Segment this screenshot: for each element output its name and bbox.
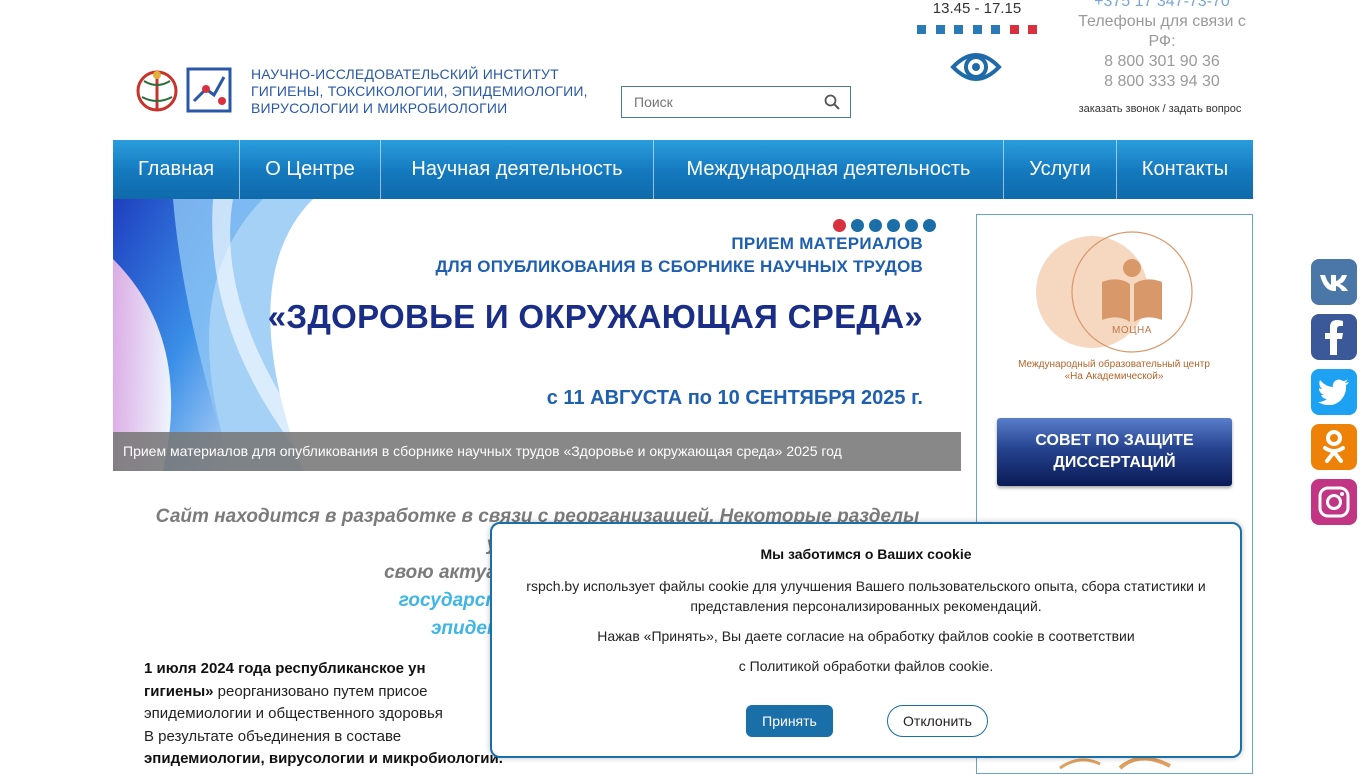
para-text-2: эпидемиологии и общественного здоровья [144, 705, 443, 722]
para-bold-2: гигиены» [144, 682, 214, 700]
slide-dot[interactable] [887, 219, 900, 232]
ministry-logo[interactable] [135, 67, 179, 113]
phone-main[interactable]: +375 17 347-73-70 [1072, 0, 1252, 12]
banner-dates: с 11 АВГУСТА по 10 СЕНТЯБРЯ 2025 г. [546, 387, 923, 409]
slide-dot[interactable] [851, 219, 864, 232]
cookie-policy-link[interactable]: с Политикой обработки файлов cookie. [512, 656, 1220, 676]
mocna-caption-line-1: Международный образовательный центр [1018, 359, 1210, 370]
nav-item-international[interactable]: Международная деятельность [654, 140, 1004, 199]
dissertation-line-2: ДИССЕРТАЦИЙ [1053, 454, 1176, 471]
banner-title: «ЗДОРОВЬЕ И ОКРУЖАЮЩАЯ СРЕДА» [267, 298, 923, 335]
vk-icon[interactable] [1311, 259, 1357, 305]
phone-1[interactable]: 8 800 301 90 36 [1072, 52, 1252, 72]
slide-dot[interactable] [833, 219, 846, 232]
hour-square [954, 25, 963, 34]
phones-label: Телефоны для связи с РФ: [1078, 13, 1246, 50]
para-bold-3: эпидемиологии, вирусологии и микробиолог… [144, 750, 503, 767]
cookie-consent-dialog: Мы заботимся о Ваших cookie rspch.by исп… [490, 522, 1242, 758]
hour-square [1009, 25, 1019, 34]
phone-2[interactable]: 8 800 333 94 30 [1072, 72, 1252, 92]
twitter-icon[interactable] [1311, 369, 1357, 415]
cookie-title: Мы заботимся о Ваших cookie [760, 546, 972, 562]
para-text-1: реорганизовано путем присое [213, 682, 428, 700]
nav-item-contacts[interactable]: Контакты [1117, 140, 1253, 199]
reorganization-paragraph: 1 июля 2024 года республиканское ун гиги… [144, 658, 504, 771]
slide-dot[interactable] [905, 219, 918, 232]
mocna-caption: Международный образовательный центр «На … [1000, 359, 1228, 383]
banner-line-2: ДЛЯ ОПУБЛИКОВАНИЯ В СБОРНИКЕ НАУЧНЫХ ТРУ… [435, 257, 923, 276]
nav-item-science[interactable]: Научная деятельность [381, 140, 654, 199]
nav-item-home[interactable]: Главная [113, 140, 240, 199]
hour-square [991, 25, 1000, 34]
slide-dot[interactable] [869, 219, 882, 232]
para-bold-1: 1 июля 2024 года республиканское ун [144, 660, 426, 677]
cookie-accept-button[interactable]: Принять [746, 705, 833, 737]
mocna-label: МОЦНА [1112, 325, 1152, 336]
instagram-icon[interactable] [1311, 479, 1357, 525]
cookie-text-1: rspch.by использует файлы cookie для улу… [526, 578, 1206, 614]
dissertation-line-1: СОВЕТ ПО ЗАЩИТЕ [1035, 432, 1194, 449]
dissertation-council-button[interactable]: СОВЕТ ПО ЗАЩИТЕ ДИССЕРТАЦИЙ [997, 418, 1232, 486]
search-input[interactable] [622, 87, 824, 117]
mocna-caption-line-2: «На Академической» [1064, 371, 1164, 382]
nav-item-services[interactable]: Услуги [1004, 140, 1117, 199]
hours-indicator [917, 25, 1037, 34]
accessibility-eye-icon[interactable] [950, 47, 1002, 87]
search-icon[interactable] [824, 94, 840, 110]
hour-square [935, 25, 945, 34]
facebook-icon[interactable] [1311, 314, 1357, 360]
hour-square [1028, 25, 1037, 34]
social-links [1311, 259, 1357, 525]
banner-line-1: ПРИЕМ МАТЕРИАЛОВ [731, 234, 923, 253]
main-nav: Главная О Центре Научная деятельность Ме… [113, 140, 1253, 199]
para-text-3: В результате объединения в составе [144, 727, 402, 745]
callback-link[interactable]: заказать звонок / задать вопрос [1070, 103, 1250, 115]
slide-dot[interactable] [923, 219, 936, 232]
hour-square [972, 25, 982, 34]
institute-logo[interactable] [186, 67, 232, 113]
nav-item-about[interactable]: О Центре [240, 140, 381, 199]
search-box [621, 86, 851, 118]
cookie-decline-button[interactable]: Отклонить [887, 705, 988, 737]
banner-pagination [833, 219, 936, 232]
working-hours: 13.45 - 17.15 [932, 0, 1022, 17]
odnoklassniki-icon[interactable] [1311, 424, 1357, 470]
cookie-text-2: Нажав «Принять», Вы даете согласие на об… [597, 628, 1135, 644]
contact-phones: +375 17 347-73-70 Телефоны для связи с Р… [1072, 0, 1252, 92]
hour-square [917, 25, 926, 34]
institute-name[interactable]: НАУЧНО-ИССЛЕДОВАТЕЛЬСКИЙ ИНСТИТУТ ГИГИЕН… [251, 66, 596, 117]
banner-caption[interactable]: Прием материалов для опубликования в сбо… [113, 432, 961, 471]
